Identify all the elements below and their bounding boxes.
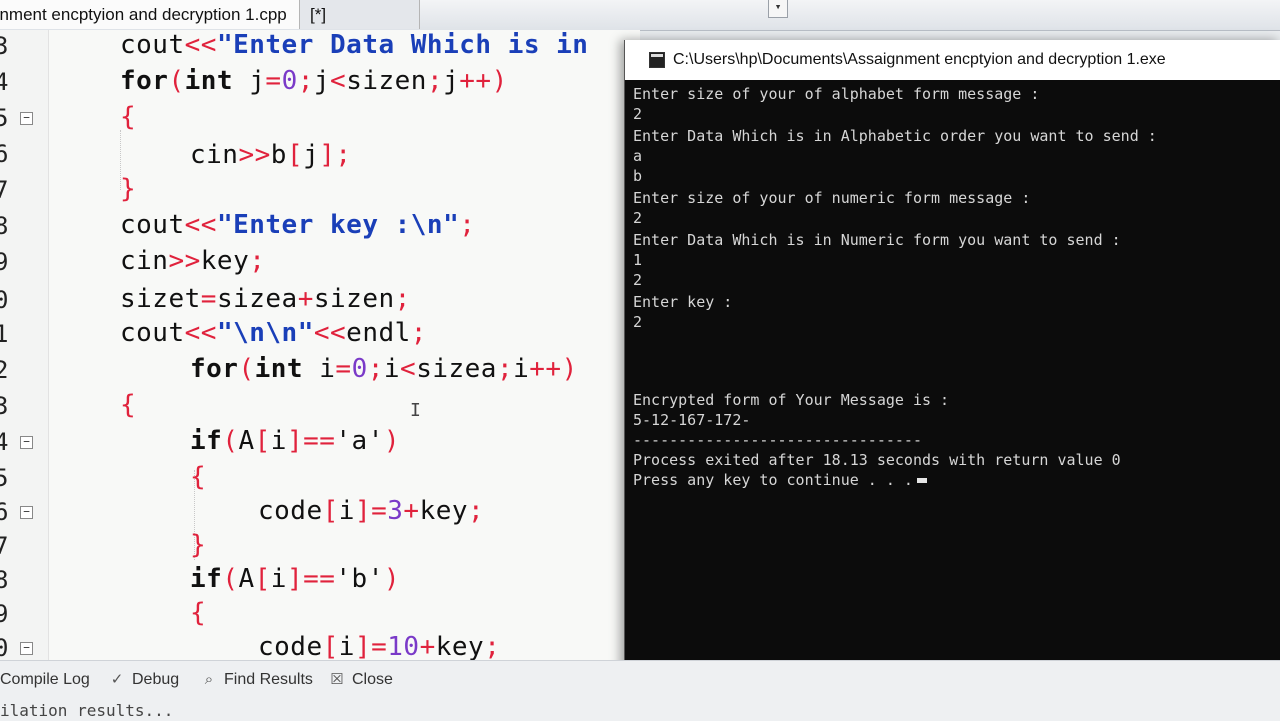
fold-toggle-icon[interactable]: −	[20, 506, 33, 519]
code-line: {	[190, 462, 207, 492]
line-number: 3	[0, 392, 9, 420]
code-line: cout<<"Enter key :\n";	[120, 210, 476, 240]
check-icon: ✓	[110, 671, 124, 688]
console-line: Enter key :	[633, 293, 733, 311]
line-number: 0	[0, 286, 9, 314]
code-line: if(A[i]=='a')	[190, 426, 401, 456]
line-number: 0	[0, 634, 9, 662]
compile-log-label: Compile Log	[0, 671, 90, 688]
code-line: {	[120, 390, 137, 420]
console-line: b	[633, 167, 643, 185]
console-cursor	[916, 478, 927, 483]
line-number: 7	[0, 176, 9, 204]
code-line: code[i]=3+key;	[258, 496, 485, 526]
code-line: }	[190, 530, 207, 560]
tab-find-results[interactable]: ⌕ Find Results	[200, 669, 313, 691]
code-line: sizet=sizea+sizen;	[120, 284, 411, 314]
code-line: cout<<"Enter Data Which is in	[120, 30, 589, 60]
line-number: 1	[0, 320, 9, 348]
console-line: 2	[633, 209, 643, 227]
line-number: 6	[0, 140, 9, 168]
line-number: 5	[0, 104, 9, 132]
chevron-down-icon[interactable]: ▾	[768, 0, 788, 18]
console-output: Enter size of your of alphabet form mess…	[633, 84, 1273, 674]
tab-decrypt-file[interactable]: [*] Decrypt.cpp	[300, 0, 420, 53]
fold-toggle-icon[interactable]: −	[20, 642, 33, 655]
console-line: Enter size of your of alphabet form mess…	[633, 85, 1040, 103]
console-line: 1	[633, 251, 643, 269]
console-line: Press any key to continue . . .	[633, 470, 927, 490]
console-line: Enter Data Which is in Alphabetic order …	[633, 127, 1157, 145]
tab-compile-log[interactable]: Compile Log	[0, 669, 90, 691]
close-icon: ☒	[330, 671, 344, 688]
code-line: for(int j=0;j<sizen;j++)	[120, 66, 508, 96]
code-line: cin>>b[j];	[190, 140, 352, 170]
line-number: 8	[0, 212, 9, 240]
tab-encryption-file[interactable]: gnment encptyion and decryption 1.cpp	[0, 0, 300, 29]
code-line: {	[190, 598, 207, 628]
line-number: 4	[0, 68, 9, 96]
line-number: 7	[0, 532, 9, 560]
console-titlebar[interactable]: C:\Users\hp\Documents\Assaignment encpty…	[625, 40, 1280, 80]
close-label: Close	[352, 671, 393, 688]
line-number: 8	[0, 566, 9, 594]
console-line: Encrypted form of Your Message is :	[633, 391, 950, 409]
bottom-panel: Compile Log ✓ Debug ⌕ Find Results ☒ Clo…	[0, 660, 1280, 721]
fold-toggle-icon[interactable]: −	[20, 436, 33, 449]
code-editor[interactable]: 3 4 5 6 7 8 9 0 1 2 3 4 5 6 7 8 9 0− − − − cout<<"Enter Data…	[0, 30, 640, 662]
line-number: 9	[0, 600, 9, 628]
line-number: 4	[0, 428, 9, 456]
tab-close[interactable]: ☒ Close	[328, 669, 393, 691]
console-line: 2	[633, 105, 643, 123]
line-number: 6	[0, 498, 9, 526]
line-number: 2	[0, 356, 9, 384]
fold-toggle-icon[interactable]: −	[20, 112, 33, 125]
text-cursor-icon: I	[410, 400, 421, 421]
line-number: 5	[0, 464, 9, 492]
editor-tab-bar: gnment encptyion and decryption 1.cpp [*…	[0, 0, 1280, 53]
code-line: for(int i=0;i<sizea;i++)	[190, 354, 578, 384]
console-icon	[649, 52, 665, 68]
debug-label: Debug	[132, 671, 180, 688]
tab-debug[interactable]: ✓ Debug	[108, 669, 179, 691]
console-line: Process exited after 18.13 seconds with …	[633, 451, 1121, 469]
console-line: 2	[633, 271, 643, 289]
console-line: 5-12-167-172-	[633, 411, 751, 429]
line-number-gutter: 3 4 5 6 7 8 9 0 1 2 3 4 5 6 7 8 9 0− − − −	[0, 30, 49, 662]
line-number: 9	[0, 248, 9, 276]
code-line: cin>>key;	[120, 246, 266, 276]
console-line: Enter Data Which is in Numeric form you …	[633, 231, 1121, 249]
line-number: 3	[0, 32, 9, 60]
compile-results-text: ilation results...	[0, 701, 174, 720]
search-icon: ⌕	[204, 671, 214, 688]
code-line: code[i]=10+key;	[258, 632, 501, 662]
console-line: Enter size of your of numeric form messa…	[633, 189, 1031, 207]
console-title: C:\Users\hp\Documents\Assaignment encpty…	[673, 51, 1166, 68]
console-line: 2	[633, 313, 643, 331]
console-window[interactable]: C:\Users\hp\Documents\Assaignment encpty…	[624, 40, 1280, 680]
code-line: }	[120, 174, 137, 204]
console-line: a	[633, 147, 643, 165]
find-results-label: Find Results	[224, 671, 313, 688]
code-line: cout<<"\n\n"<<endl;	[120, 318, 427, 348]
code-line: {	[120, 102, 137, 132]
code-line: if(A[i]=='b')	[190, 564, 401, 594]
console-line: --------------------------------	[633, 431, 922, 449]
